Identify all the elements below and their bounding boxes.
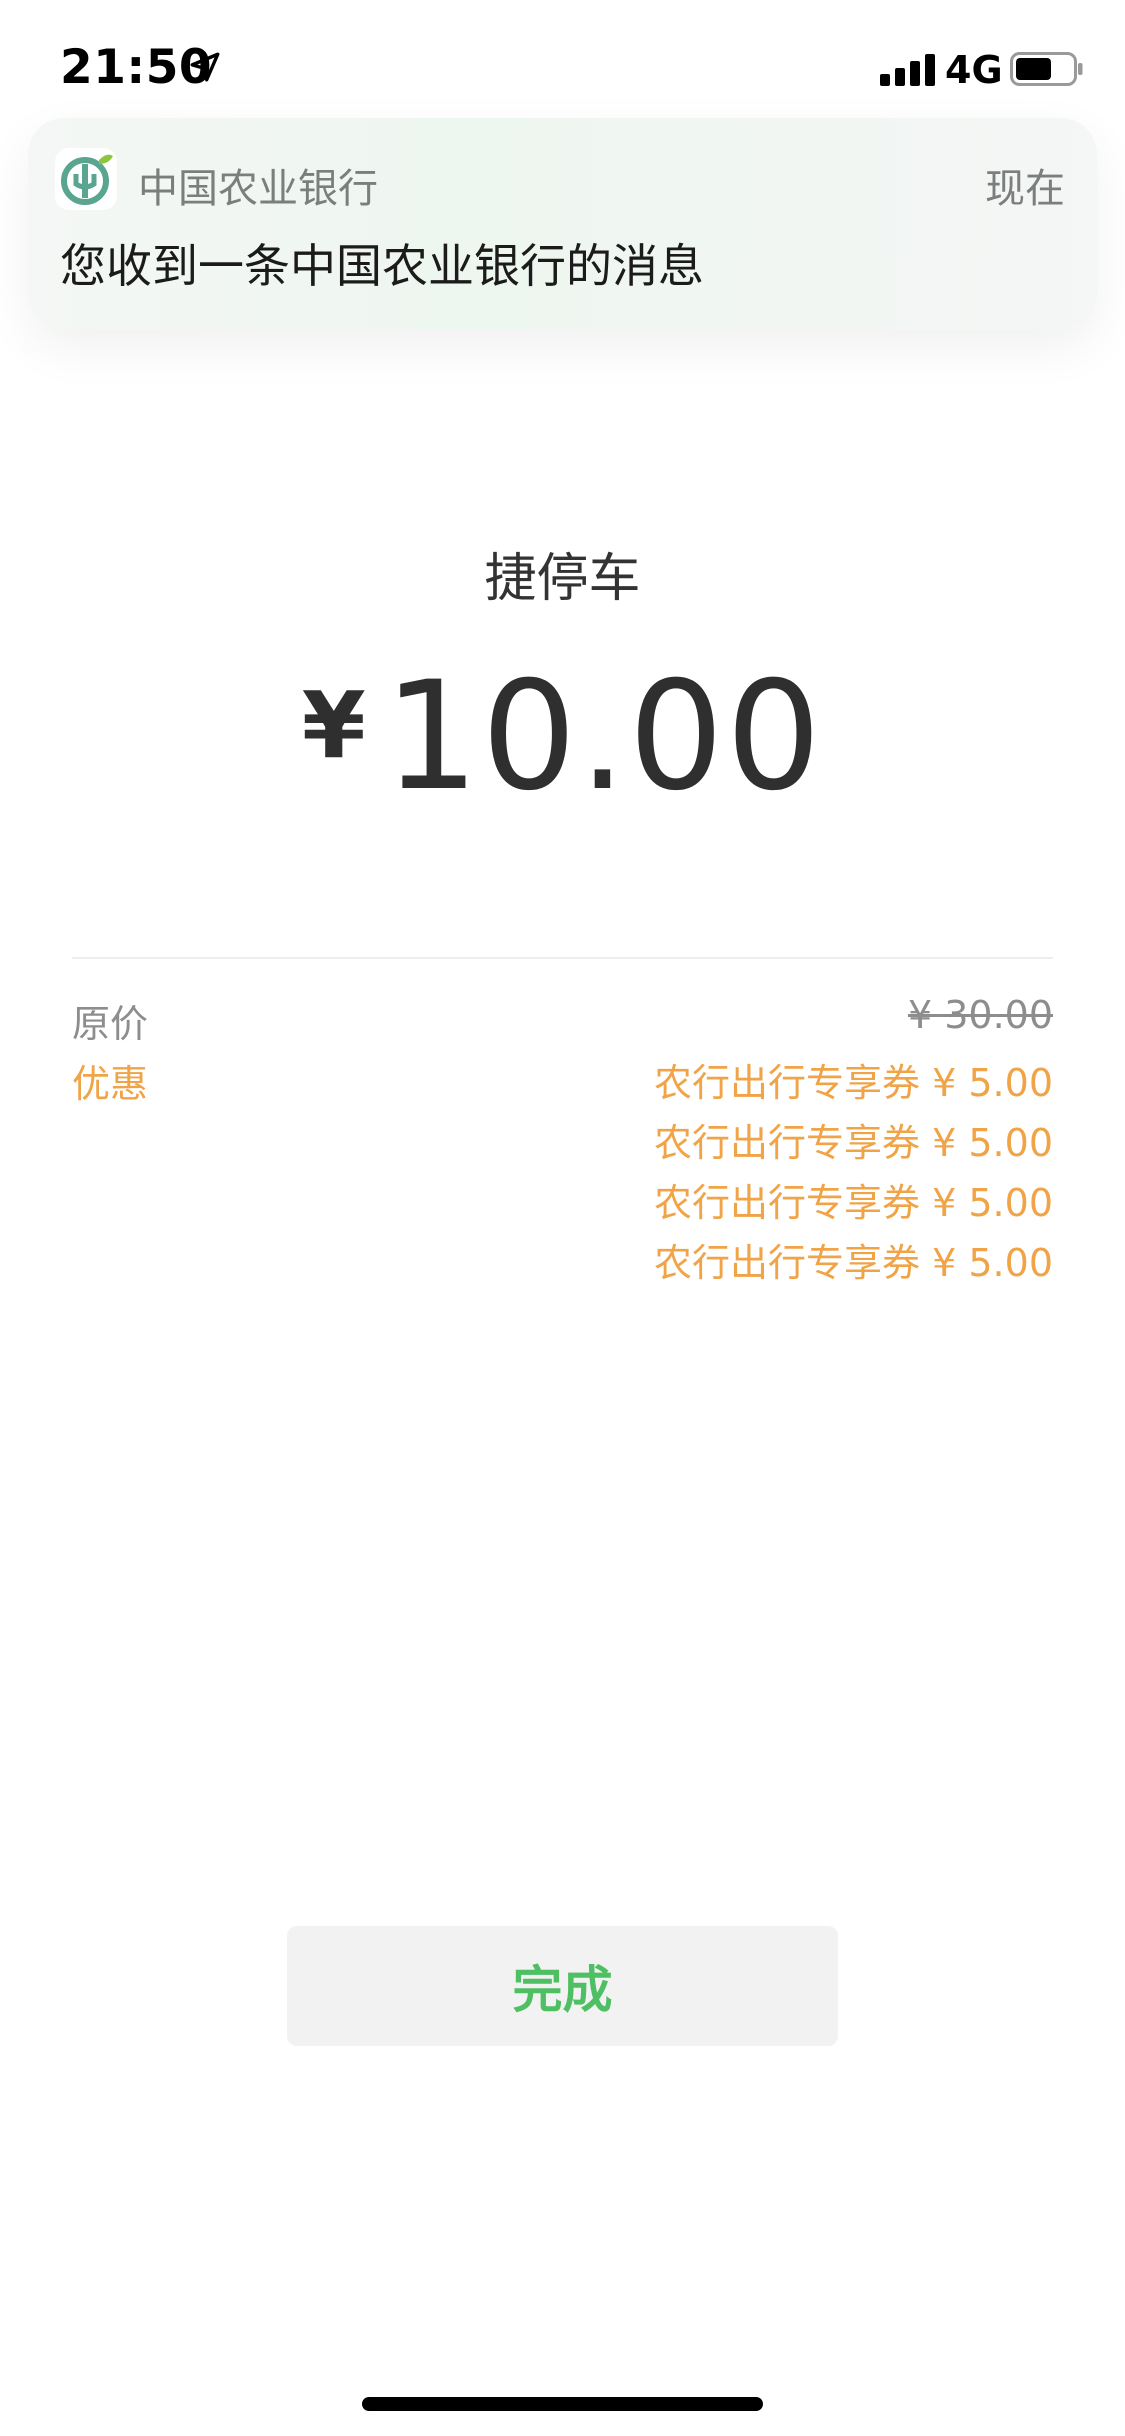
merchant-name: 捷停车	[484, 549, 641, 609]
amount-value: 10.00	[383, 650, 824, 824]
signal-bars-icon	[880, 54, 935, 86]
divider	[72, 957, 1053, 959]
done-button[interactable]: 完成	[287, 1926, 838, 2046]
coupon-item: 农行出行专享券 ¥ 5.00	[654, 1121, 1053, 1165]
payment-amount: ¥10.00	[0, 650, 1125, 824]
notification-message: 您收到一条中国农业银行的消息	[60, 239, 704, 293]
discount-label: 优惠	[72, 1062, 149, 1106]
battery-icon	[1010, 52, 1083, 86]
abc-bank-logo-icon	[55, 148, 117, 210]
coupon-list: 农行出行专享券 ¥ 5.00 农行出行专享券 ¥ 5.00 农行出行专享券 ¥ …	[654, 1053, 1053, 1293]
coupon-item: 农行出行专享券 ¥ 5.00	[654, 1061, 1053, 1105]
coupon-item: 农行出行专享券 ¥ 5.00	[654, 1181, 1053, 1225]
notification-time: 现在	[985, 166, 1065, 212]
coupon-item: 农行出行专享券 ¥ 5.00	[654, 1241, 1053, 1285]
location-arrow-icon	[190, 52, 220, 82]
notification-app-name: 中国农业银行	[138, 166, 378, 212]
original-price-value: ¥ 30.00	[907, 993, 1053, 1037]
home-indicator[interactable]	[362, 2397, 763, 2411]
payment-result-screen: 21:50 4G 中国农业银行 现在 您收到一条中国农业银行的消息 捷停车 ¥ …	[0, 0, 1125, 2436]
network-type: 4G	[945, 48, 1003, 92]
currency-symbol: ¥	[301, 672, 366, 779]
original-price-label: 原价	[72, 1002, 149, 1046]
status-bar: 21:50 4G	[0, 0, 1125, 135]
notification-banner[interactable]: 中国农业银行 现在 您收到一条中国农业银行的消息	[28, 118, 1097, 330]
